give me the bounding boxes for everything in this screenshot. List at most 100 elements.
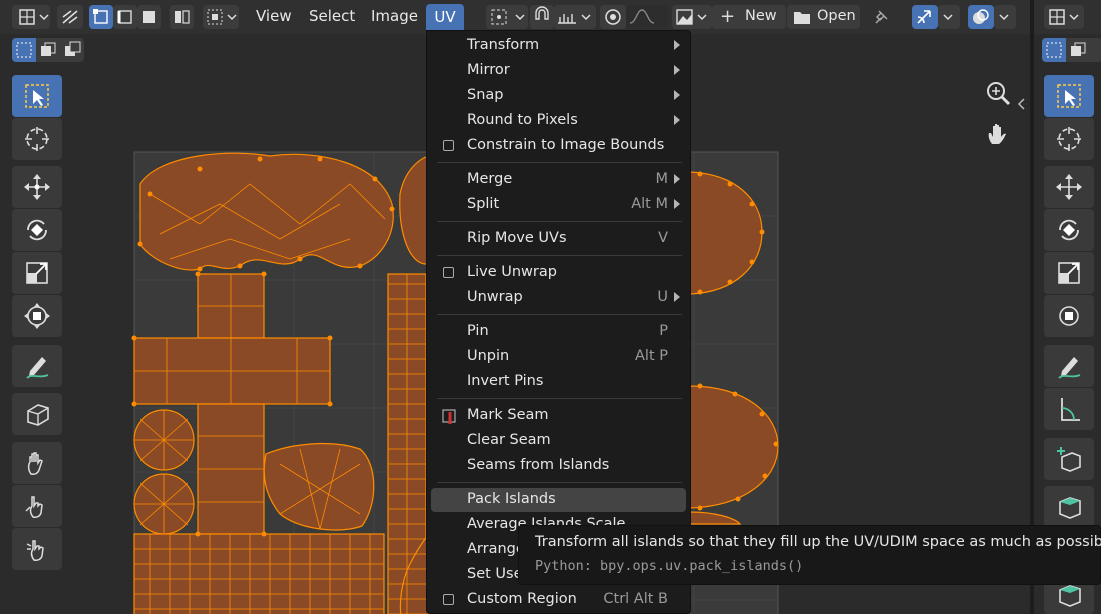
right-tool-annotate[interactable]: [1044, 345, 1094, 387]
grab-hand-icon: [27, 452, 43, 475]
snap-toggle[interactable]: [530, 5, 554, 29]
select-box-icon: [25, 84, 49, 108]
proportional-editing-toggle[interactable]: [600, 5, 626, 29]
menu-item-mark-seam[interactable]: Mark Seam: [431, 404, 686, 428]
uv-editor-header: View Select Image UV + New Open: [0, 0, 1030, 34]
menu-separator: [437, 162, 682, 163]
menu-item-label: Invert Pins: [467, 373, 544, 389]
tool-rip-region[interactable]: [12, 393, 62, 435]
right-tool-cursor[interactable]: [1044, 118, 1094, 160]
menu-item-label: Rip Move UVs: [467, 230, 567, 246]
annotate-pencil-icon: [26, 357, 49, 379]
menu-image[interactable]: Image: [371, 7, 418, 25]
gizmo-dropdown[interactable]: [938, 5, 960, 29]
menu-item-shortcut: P: [659, 323, 668, 339]
right-tool-add-cube[interactable]: [1044, 438, 1094, 480]
menu-item-invert-pins[interactable]: Invert Pins: [431, 370, 686, 394]
gizmo-toggle[interactable]: [912, 5, 938, 29]
pan-view-button[interactable]: [982, 118, 1014, 150]
right-tool-extrude[interactable]: [1044, 486, 1094, 528]
menu-item-constrain-to-image-bounds[interactable]: Constrain to Image Bounds: [431, 134, 686, 158]
tool-grab[interactable]: [12, 442, 62, 484]
checkbox-icon: [443, 267, 454, 278]
extrude-cube-icon: [1059, 497, 1081, 519]
submenu-arrow-icon: [674, 40, 680, 50]
menu-item-split[interactable]: Split Alt M: [431, 193, 686, 217]
menu-item-label: Pin: [467, 323, 489, 339]
pinch-hand-icon: [26, 540, 44, 561]
right-tool-measure[interactable]: [1044, 388, 1094, 430]
menu-item-seams-from-islands[interactable]: Seams from Islands: [431, 454, 686, 478]
sticky-selection-dropdown[interactable]: [203, 5, 239, 29]
rotate-icon: [1059, 219, 1079, 241]
edge-select-mode[interactable]: [113, 5, 137, 29]
submenu-arrow-icon: [674, 65, 680, 75]
menu-item-label: Seams from Islands: [467, 457, 610, 473]
sidebar-toggle[interactable]: [1016, 96, 1028, 112]
menu-item-pack-islands[interactable]: Pack Islands: [431, 488, 686, 512]
menu-item-unwrap[interactable]: Unwrap U: [431, 286, 686, 310]
select-box-icon: [1057, 84, 1081, 108]
menu-item-merge[interactable]: Merge M: [431, 168, 686, 192]
image-browse-dropdown[interactable]: [672, 5, 712, 29]
right-editor-type-button[interactable]: [1044, 5, 1084, 29]
menu-item-snap[interactable]: Snap: [431, 84, 686, 108]
right-tool-transform[interactable]: [1044, 295, 1094, 337]
menu-item-label: Merge: [467, 171, 513, 187]
face-select-mode[interactable]: [137, 5, 161, 29]
menu-item-pin[interactable]: Pin P: [431, 320, 686, 344]
tool-scale[interactable]: [12, 252, 62, 294]
magnet-icon: [535, 6, 549, 20]
menu-item-transform[interactable]: Transform: [431, 34, 686, 58]
sync-icon: [62, 10, 78, 24]
tool-select-box[interactable]: [12, 75, 62, 117]
right-tool-move[interactable]: [1044, 166, 1094, 208]
menu-item-shortcut: U: [657, 289, 668, 305]
submenu-arrow-icon: [674, 174, 680, 184]
right-tool-select-box[interactable]: [1044, 75, 1094, 117]
open-image-button[interactable]: Open: [787, 5, 860, 29]
right-tool-scale[interactable]: [1044, 252, 1094, 294]
tool-pinch[interactable]: [12, 528, 62, 570]
menu-item-rip-move-uvs[interactable]: Rip Move UVs V: [431, 227, 686, 251]
scale-icon: [1058, 262, 1080, 284]
menu-view[interactable]: View: [256, 7, 292, 25]
tool-transform[interactable]: [12, 295, 62, 337]
overlay-toggle[interactable]: [968, 5, 994, 29]
vertex-select-mode[interactable]: [89, 5, 113, 29]
editor-type-button[interactable]: [12, 5, 50, 29]
menu-uv[interactable]: UV: [426, 4, 464, 30]
snap-target-dropdown[interactable]: [554, 5, 596, 29]
transform-icon: [24, 303, 50, 329]
menu-item-label: Arrange: [467, 541, 525, 557]
right-selection-mode-group: [1042, 38, 1101, 62]
pivot-point-dropdown[interactable]: [486, 5, 528, 29]
tool-cursor[interactable]: [12, 118, 62, 160]
menu-item-live-unwrap[interactable]: Live Unwrap: [431, 261, 686, 285]
menu-item-custom-region[interactable]: Custom Region Ctrl Alt B: [431, 588, 686, 612]
zoom-view-button[interactable]: [982, 78, 1014, 110]
annotate-pencil-icon: [1058, 357, 1081, 379]
falloff-dropdown[interactable]: [626, 5, 668, 29]
tool-move[interactable]: [12, 166, 62, 208]
tool-relax[interactable]: [12, 485, 62, 527]
right-select-extend-button[interactable]: [1066, 38, 1090, 62]
menu-select[interactable]: Select: [309, 7, 355, 25]
overlay-icon: [973, 9, 989, 24]
menu-item-round-to-pixels[interactable]: Round to Pixels: [431, 109, 686, 133]
menu-item-unpin[interactable]: Unpin Alt P: [431, 345, 686, 369]
pin-image-button[interactable]: [868, 5, 894, 29]
menu-item-label: Round to Pixels: [467, 112, 578, 128]
menu-item-clear-seam[interactable]: Clear Seam: [431, 429, 686, 453]
right-tool-rotate[interactable]: [1044, 209, 1094, 251]
menu-item-shortcut: Alt M: [631, 196, 668, 212]
tool-annotate[interactable]: [12, 345, 62, 387]
cursor-icon: [1057, 127, 1081, 151]
island-select-mode[interactable]: [170, 5, 194, 29]
tool-rotate[interactable]: [12, 209, 62, 251]
menu-item-mirror[interactable]: Mirror: [431, 59, 686, 83]
new-image-button[interactable]: + New: [712, 5, 786, 29]
overlay-dropdown[interactable]: [994, 5, 1016, 29]
sync-selection-button[interactable]: [57, 5, 83, 29]
right-select-new-button[interactable]: [1042, 38, 1066, 62]
